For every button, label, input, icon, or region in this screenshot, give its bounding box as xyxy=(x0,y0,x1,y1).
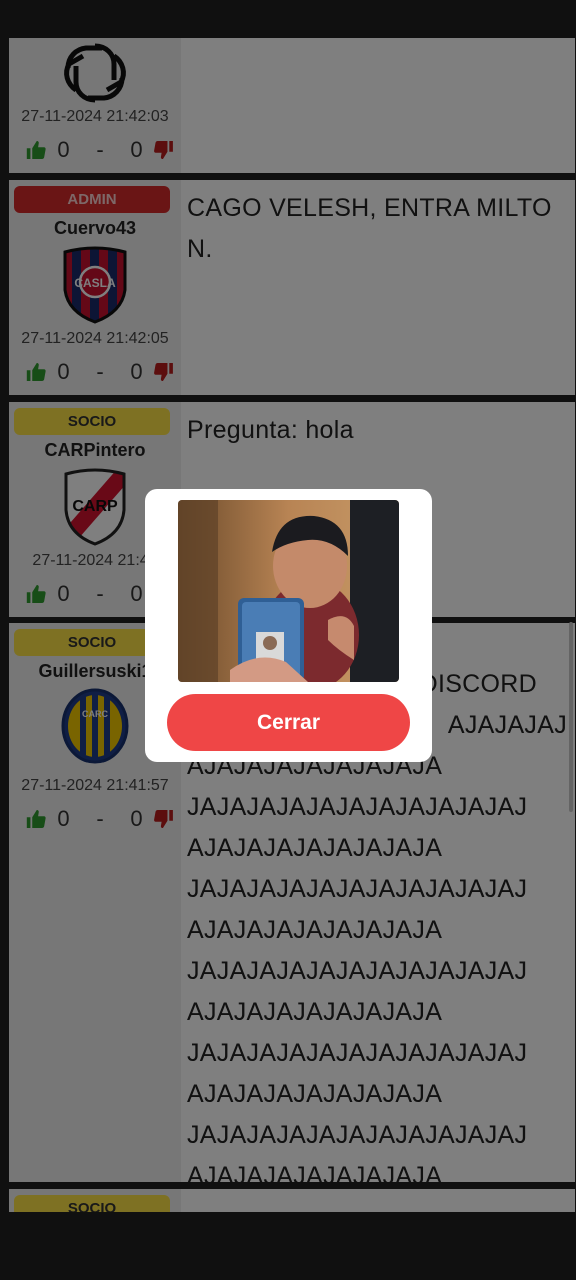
preview-photo xyxy=(178,500,399,682)
user-photo-image xyxy=(178,500,399,682)
close-button[interactable]: Cerrar xyxy=(167,694,410,751)
image-preview-dialog: Cerrar xyxy=(145,489,432,762)
